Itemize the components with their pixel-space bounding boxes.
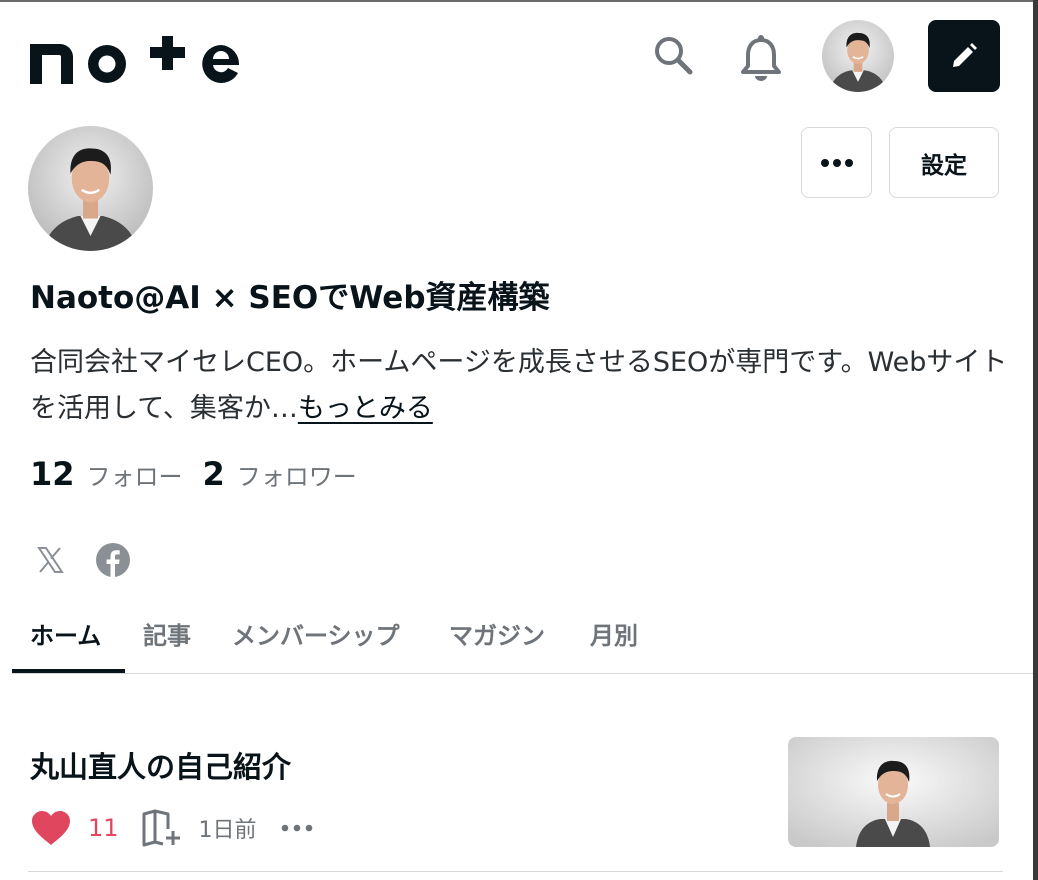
user-avatar — [822, 20, 894, 92]
facebook-link[interactable] — [93, 540, 133, 580]
tab-home[interactable]: ホーム — [30, 616, 101, 674]
tab-membership[interactable]: メンバーシップ — [232, 616, 400, 674]
search-button[interactable] — [648, 30, 698, 80]
pencil-icon — [953, 43, 977, 67]
article-thumbnail[interactable] — [788, 737, 999, 847]
notifications-button[interactable] — [736, 30, 786, 86]
bell-icon — [741, 35, 781, 81]
followers-count[interactable]: 2 — [203, 455, 225, 493]
user-avatar-button[interactable] — [822, 20, 894, 92]
active-tab-indicator — [12, 669, 125, 673]
article-more-button[interactable] — [281, 818, 315, 838]
bio-text: 合同会社マイセレCEO。ホームページを成長させるSEOが専門です。Webサイトを… — [30, 347, 1008, 424]
follow-stats: 12 フォロー 2 フォロワー — [30, 455, 377, 493]
profile-avatar[interactable] — [28, 126, 153, 251]
profile-more-button[interactable] — [801, 127, 872, 198]
tab-monthly[interactable]: 月別 — [590, 616, 638, 674]
bio-more-link[interactable]: もっとみる — [298, 393, 433, 424]
more-dots-icon — [820, 158, 853, 167]
facebook-icon — [96, 543, 130, 577]
post-time: 1日前 — [198, 818, 257, 843]
like-count: 11 — [88, 814, 119, 842]
note-logo[interactable] — [28, 30, 248, 86]
tab-articles[interactable]: 記事 — [143, 616, 191, 674]
window-right-border — [1033, 0, 1038, 880]
profile-bio: 合同会社マイセレCEO。ホームページを成長させるSEOが専門です。Webサイトを… — [30, 340, 1010, 432]
profile-name: Naoto@AI × SEOでWeb資産構築 — [30, 280, 550, 316]
tab-magazine[interactable]: マガジン — [449, 616, 545, 674]
profile-photo — [28, 126, 153, 251]
article-title[interactable]: 丸山直人の自己紹介 — [30, 744, 291, 786]
heart-icon[interactable] — [30, 810, 72, 846]
profile-tabs: ホーム 記事 メンバーシップ マガジン 月別 — [12, 600, 1033, 674]
settings-button[interactable]: 設定 — [889, 127, 999, 198]
note-logo-mark — [30, 36, 240, 84]
compose-post-button[interactable] — [928, 20, 1000, 92]
search-icon — [655, 37, 693, 75]
site-header — [0, 2, 1033, 110]
x-link[interactable] — [30, 540, 70, 580]
following-label[interactable]: フォロー — [87, 457, 183, 492]
following-count[interactable]: 12 — [30, 455, 75, 493]
article-meta: 11 1日前 — [30, 806, 315, 850]
thumbnail-photo — [788, 737, 999, 847]
article-card[interactable]: 丸山直人の自己紹介 11 1日前 — [28, 716, 1003, 872]
x-icon — [37, 547, 64, 573]
followers-label[interactable]: フォロワー — [237, 457, 357, 492]
more-dots-icon — [281, 824, 312, 832]
add-to-magazine-icon[interactable] — [141, 809, 181, 847]
